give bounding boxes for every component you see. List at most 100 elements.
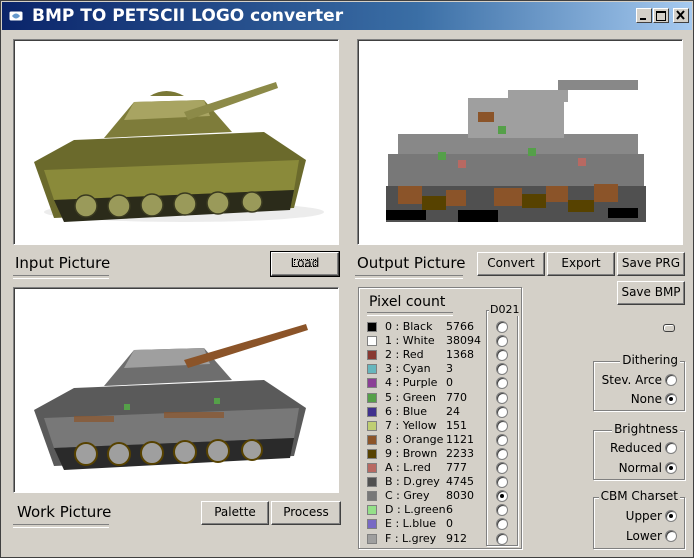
color-swatch [367, 477, 377, 488]
save-prg-button[interactable]: Save PRG [617, 252, 685, 276]
dithering-option-stev-arce-radio[interactable] [665, 374, 677, 386]
window-title: BMP TO PETSCII LOGO converter [32, 6, 344, 26]
color-swatch [367, 491, 377, 502]
work-picture-label: Work Picture [17, 503, 112, 521]
cbm-charset-caption: CBM Charset [598, 489, 680, 503]
pixel-count-row: F : L.grey 912 [367, 532, 485, 546]
d021-radio[interactable] [496, 363, 508, 376]
d021-radio[interactable] [496, 335, 508, 348]
pixel-count-value: 912 [446, 531, 467, 545]
d021-group: D021 [486, 303, 521, 546]
process-button[interactable]: Process [271, 501, 341, 525]
close-icon [676, 10, 685, 20]
convert-button[interactable]: Convert [477, 252, 545, 276]
work-picture-box [13, 287, 339, 493]
pixel-count-value: 2233 [446, 446, 474, 460]
pixel-count-row: 3 : Cyan 3 [367, 362, 485, 376]
color-name: 8 : Orange [385, 432, 444, 446]
pixel-count-row: 7 : Yellow 151 [367, 419, 485, 433]
color-name: E : L.blue [385, 517, 437, 531]
color-swatch [367, 505, 377, 516]
minimize-icon [640, 18, 646, 20]
dithering-option-none-label: None [630, 392, 662, 406]
pixel-count-row: 6 : Blue 24 [367, 405, 485, 419]
d021-radio[interactable] [496, 504, 508, 517]
cbm-charset-option-upper-label: Upper [625, 509, 662, 523]
pixel-count-row: C : Grey 8030 [367, 489, 485, 503]
color-name: F : L.grey [385, 531, 437, 545]
save-bmp-button[interactable]: Save BMP [617, 281, 685, 305]
d021-radio[interactable] [496, 447, 508, 460]
dithering-group: Dithering Stev. Arce None [593, 353, 685, 411]
title-bar[interactable]: BMP TO PETSCII LOGO converter [2, 2, 692, 30]
pixel-count-value: 3 [446, 362, 453, 376]
d021-radio[interactable] [496, 321, 508, 333]
d021-radio[interactable] [496, 405, 508, 418]
app-window: BMP TO PETSCII LOGO converter Input Pict… [0, 0, 694, 558]
dithering-caption: Dithering [620, 353, 680, 367]
input-picture-box [13, 39, 339, 245]
color-name: 4 : Purple [385, 376, 438, 390]
maximize-icon [656, 11, 666, 21]
palette-button[interactable]: Palette [201, 501, 269, 525]
pixel-count-row: E : L.blue 0 [367, 517, 485, 531]
d021-radio[interactable] [496, 391, 508, 404]
pixel-count-row: 9 : Brown 2233 [367, 447, 485, 461]
pixel-count-row: 0 : Black 5766 [367, 320, 485, 334]
color-name: 6 : Blue [385, 404, 428, 418]
export-button[interactable]: Export [547, 252, 615, 276]
minimize-button[interactable] [636, 8, 652, 23]
color-swatch [367, 336, 377, 347]
pixel-count-value: 777 [446, 461, 467, 474]
d021-caption: D021 [489, 303, 521, 316]
d021-radio[interactable] [496, 419, 508, 432]
color-swatch [367, 519, 377, 530]
d021-radio[interactable] [496, 532, 508, 545]
close-button[interactable] [673, 8, 689, 23]
pixel-count-value: 24 [446, 404, 460, 418]
color-swatch [367, 350, 377, 361]
dithering-option-stev-arce-label: Stev. Arce [601, 373, 662, 387]
brightness-option-normal-radio[interactable] [665, 462, 677, 474]
color-swatch [367, 364, 377, 375]
dithering-option-none-radio[interactable] [665, 393, 677, 405]
color-swatch [367, 533, 377, 544]
color-swatch [367, 406, 377, 417]
brightness-option-reduced-radio[interactable] [665, 442, 677, 454]
d021-radio[interactable] [496, 433, 508, 446]
color-name: 1 : White [385, 334, 435, 348]
pixel-count-row: D : L.green 6 [367, 503, 485, 517]
color-swatch [367, 420, 377, 431]
d021-radio[interactable] [496, 349, 508, 362]
maximize-button[interactable] [653, 8, 669, 23]
color-name: 5 : Green [385, 390, 437, 404]
pixel-count-value: 0 [446, 376, 453, 390]
d021-radio[interactable] [496, 490, 508, 503]
color-name: 0 : Black [385, 320, 433, 333]
cbm-charset-option-lower-radio[interactable] [665, 530, 677, 542]
color-name: A : L.red [385, 461, 431, 474]
brightness-option-reduced-label: Reduced [609, 441, 662, 455]
load-button[interactable]: Load [270, 251, 340, 277]
output-petscii-image [386, 80, 646, 222]
cbm-charset-group: CBM Charset Upper Lower [593, 489, 685, 549]
palette-indicator-icon [663, 324, 675, 332]
output-picture-label: Output Picture [357, 254, 466, 272]
pixel-count-value: 6 [446, 503, 453, 517]
cbm-charset-option-upper-radio[interactable] [665, 510, 677, 522]
pixel-count-value: 38094 [446, 334, 481, 348]
color-swatch [367, 322, 377, 332]
brightness-caption: Brightness [612, 422, 680, 436]
color-name: D : L.green [385, 503, 446, 517]
color-name: 2 : Red [385, 348, 424, 362]
color-name: 3 : Cyan [385, 362, 431, 376]
d021-radio[interactable] [496, 462, 508, 474]
d021-radio[interactable] [496, 476, 508, 489]
pixel-count-row: A : L.red 777 [367, 461, 485, 475]
color-swatch [367, 378, 377, 389]
d021-radio[interactable] [496, 377, 508, 390]
pixel-count-value: 151 [446, 418, 467, 432]
d021-radio[interactable] [496, 518, 508, 531]
brightness-option-normal-label: Normal [618, 461, 662, 475]
pixel-count-value: 1368 [446, 348, 474, 362]
